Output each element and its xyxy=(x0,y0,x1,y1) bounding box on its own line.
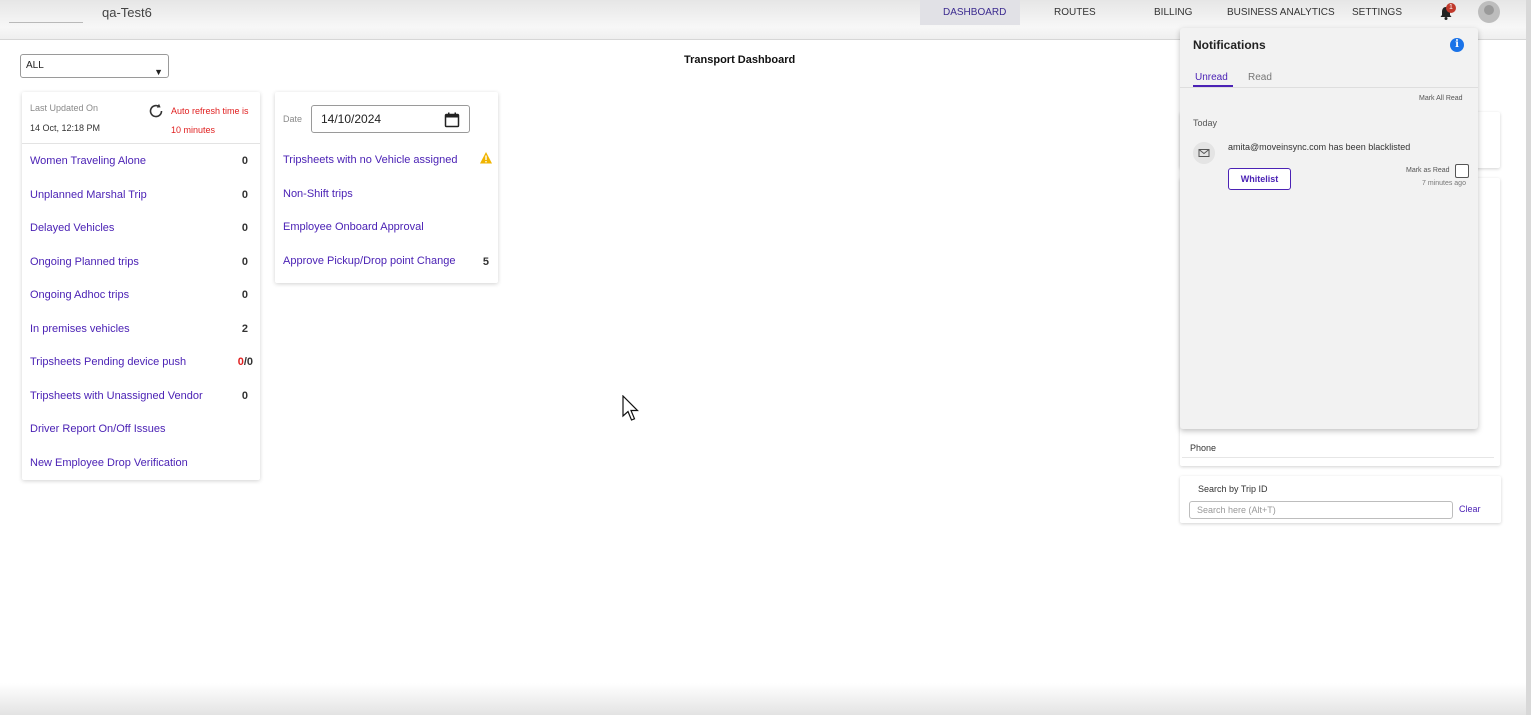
divider xyxy=(1180,87,1478,88)
mark-as-read-label: Mark as Read xyxy=(1406,167,1450,174)
row-label: Delayed Vehicles xyxy=(30,222,115,234)
list-item[interactable]: Driver Report On/Off Issues xyxy=(30,423,254,435)
avatar[interactable] xyxy=(1478,1,1500,23)
trip-search-card: Search by Trip ID Search here (Alt+T) Cl… xyxy=(1180,476,1501,523)
nav-billing[interactable]: BILLING xyxy=(1154,7,1192,18)
row-count-total: /0 xyxy=(243,356,253,368)
list-item[interactable]: Unplanned Marshal Trip 0 xyxy=(30,189,254,201)
whitelist-button[interactable]: Whitelist xyxy=(1228,168,1291,190)
row-label: Employee Onboard Approval xyxy=(283,221,424,233)
clear-button[interactable]: Clear xyxy=(1459,504,1481,514)
page-title: Transport Dashboard xyxy=(684,54,796,66)
row-label: Approve Pickup/Drop point Change xyxy=(283,255,456,267)
trip-search-label: Search by Trip ID xyxy=(1198,484,1268,494)
nav-routes[interactable]: ROUTES xyxy=(1054,7,1096,18)
row-label: Ongoing Planned trips xyxy=(30,256,139,268)
logo-placeholder xyxy=(9,22,83,23)
status-card-header: Last Updated On 14 Oct, 12:18 PM Auto re… xyxy=(22,92,260,144)
last-updated-label: Last Updated On xyxy=(30,103,99,113)
nav-settings[interactable]: SETTINGS xyxy=(1352,7,1402,18)
divider xyxy=(1182,457,1494,458)
row-count: 0 xyxy=(241,222,248,234)
refresh-icon[interactable] xyxy=(147,102,165,120)
date-label: Date xyxy=(283,114,303,124)
auto-refresh-line1: Auto refresh time is xyxy=(171,106,249,116)
row-label: Ongoing Adhoc trips xyxy=(30,289,130,301)
list-item[interactable]: In premises vehicles 2 xyxy=(30,323,254,335)
row-count: 2 xyxy=(241,323,248,335)
window-edge xyxy=(1526,0,1531,715)
row-count: 5 xyxy=(482,256,489,268)
calendar-icon[interactable] xyxy=(444,112,460,128)
date-card: Date 14/10/2024 Tripsheets with no Vehic… xyxy=(275,92,498,283)
row-label: Tripsheets with Unassigned Vendor xyxy=(30,390,203,402)
nav-business-analytics[interactable]: BUSINESS ANALYTICS xyxy=(1227,7,1335,18)
auto-refresh-line2: 10 minutes xyxy=(171,125,216,135)
nav-dashboard[interactable]: DASHBOARD xyxy=(943,7,1006,18)
row-label: Women Traveling Alone xyxy=(30,155,146,167)
tab-read[interactable]: Read xyxy=(1248,72,1272,83)
phone-label: Phone xyxy=(1190,443,1217,453)
auto-refresh-note: Auto refresh time is 10 minutes xyxy=(171,102,259,140)
mark-as-read-checkbox[interactable] xyxy=(1455,164,1469,178)
warning-icon xyxy=(480,152,492,164)
row-count: 0 xyxy=(241,189,248,201)
notification-group-label: Today xyxy=(1193,118,1218,128)
list-item[interactable]: Delayed Vehicles 0 xyxy=(30,222,254,234)
tenant-name: qa-Test6 xyxy=(102,5,152,20)
list-item[interactable]: Employee Onboard Approval xyxy=(283,221,493,233)
list-item[interactable]: Ongoing Adhoc trips 0 xyxy=(30,289,254,301)
region-filter-select[interactable]: ALL ▼ xyxy=(20,54,169,78)
date-value: 14/10/2024 xyxy=(321,112,382,126)
notifications-title: Notifications xyxy=(1193,38,1266,52)
list-item[interactable]: Approve Pickup/Drop point Change 5 xyxy=(283,255,493,268)
row-count: 0 xyxy=(241,155,248,167)
chevron-down-icon: ▼ xyxy=(154,67,163,77)
list-item[interactable]: Non-Shift trips xyxy=(283,188,493,200)
row-label: Tripsheets Pending device push xyxy=(30,356,187,368)
list-item[interactable]: Tripsheets Pending device push 0/0 xyxy=(30,356,254,368)
notification-message: amita@moveinsync.com has been blackliste… xyxy=(1228,142,1411,152)
notification-badge: 1 xyxy=(1446,3,1456,13)
row-label: In premises vehicles xyxy=(30,323,130,335)
status-card: Last Updated On 14 Oct, 12:18 PM Auto re… xyxy=(22,92,260,480)
row-count: 0/0 xyxy=(238,356,253,368)
mouse-cursor-icon xyxy=(622,395,639,421)
list-item[interactable]: Tripsheets with no Vehicle assigned xyxy=(283,152,493,166)
tab-unread[interactable]: Unread xyxy=(1195,72,1228,83)
row-label: Unplanned Marshal Trip xyxy=(30,189,147,201)
mark-all-read-button[interactable]: Mark All Read xyxy=(1419,95,1463,102)
mail-icon xyxy=(1193,142,1215,164)
row-count: 0 xyxy=(241,390,248,402)
row-label: New Employee Drop Verification xyxy=(30,457,188,469)
bottom-bar xyxy=(0,683,1531,715)
filter-selected-value: ALL xyxy=(26,60,44,71)
info-icon[interactable]: i xyxy=(1450,38,1464,52)
last-updated-value: 14 Oct, 12:18 PM xyxy=(30,123,101,133)
row-label: Non-Shift trips xyxy=(283,188,353,200)
notification-time: 7 minutes ago xyxy=(1422,180,1466,187)
row-label: Tripsheets with no Vehicle assigned xyxy=(283,154,458,166)
list-item[interactable]: Tripsheets with Unassigned Vendor 0 xyxy=(30,390,254,402)
list-item[interactable]: Women Traveling Alone 0 xyxy=(30,155,254,167)
row-label: Driver Report On/Off Issues xyxy=(30,423,166,435)
row-count: 0 xyxy=(241,256,248,268)
list-item[interactable]: New Employee Drop Verification xyxy=(30,457,254,469)
row-count: 0 xyxy=(241,289,248,301)
date-field[interactable]: 14/10/2024 xyxy=(311,105,470,133)
list-item[interactable]: Ongoing Planned trips 0 xyxy=(30,256,254,268)
notifications-panel: Notifications i Unread Read Mark All Rea… xyxy=(1180,28,1478,429)
trip-search-input[interactable]: Search here (Alt+T) xyxy=(1189,501,1453,519)
